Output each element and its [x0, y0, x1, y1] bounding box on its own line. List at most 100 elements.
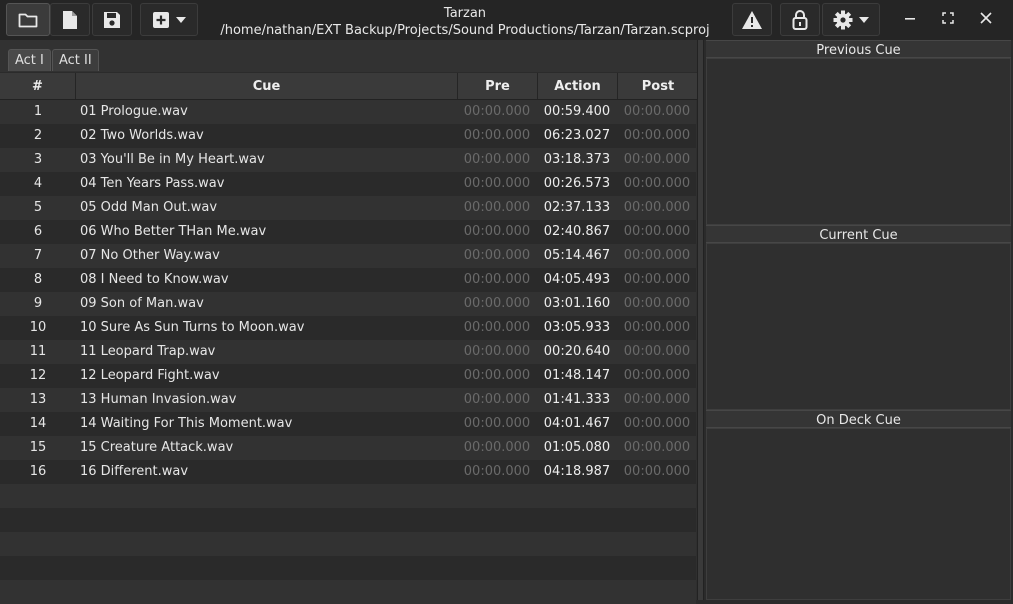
open-project-button[interactable]: [6, 3, 50, 36]
table-row[interactable]: 15 15 Creature Attack.wav 00:00.000 01:05.0…: [0, 436, 696, 460]
cue-number: 14: [29, 416, 47, 431]
new-project-button[interactable]: [50, 3, 90, 36]
lock-button[interactable]: [780, 3, 820, 36]
cue-post-time: 00:00.000: [623, 152, 691, 167]
column-header-action[interactable]: Action: [538, 73, 618, 99]
cue-name: 02 Two Worlds.wav: [80, 128, 204, 143]
table-row[interactable]: 3 03 You'll Be in My Heart.wav 00:00.000 03…: [0, 148, 696, 172]
minimize-icon: [904, 12, 916, 28]
cue-action-time: 01:41.333: [543, 392, 611, 407]
cue-post-time: 00:00.000: [623, 344, 691, 359]
cue-number: 8: [33, 272, 43, 287]
table-row[interactable]: 8 08 I Need to Know.wav 00:00.000 04:05.493…: [0, 268, 696, 292]
cue-name: 06 Who Better THan Me.wav: [80, 224, 267, 239]
empty-row: [0, 556, 696, 580]
cue-name: 16 Different.wav: [80, 464, 189, 479]
chevron-down-icon: [176, 16, 186, 23]
new-file-icon: [62, 10, 78, 30]
cue-name: 15 Creature Attack.wav: [80, 440, 234, 455]
cue-post-time: 00:00.000: [623, 440, 691, 455]
table-row[interactable]: 16 16 Different.wav 00:00.000 04:18.987 00:0…: [0, 460, 696, 484]
panel-splitter[interactable]: [697, 40, 704, 600]
cue-name: 13 Human Invasion.wav: [80, 392, 237, 407]
cue-number: 5: [33, 200, 43, 215]
cue-number: 1: [33, 104, 43, 119]
table-row[interactable]: 6 06 Who Better THan Me.wav 00:00.000 02:40…: [0, 220, 696, 244]
cue-number: 3: [33, 152, 43, 167]
cue-post-time: 00:00.000: [623, 224, 691, 239]
tab-act-2[interactable]: Act II: [52, 49, 99, 71]
save-icon: [103, 11, 121, 29]
table-row[interactable]: 4 04 Ten Years Pass.wav 00:00.000 00:26.573…: [0, 172, 696, 196]
empty-row: [0, 508, 696, 532]
cue-action-time: 02:37.133: [543, 200, 611, 215]
empty-row: [0, 580, 696, 604]
cue-post-time: 00:00.000: [623, 248, 691, 263]
cue-name: 12 Leopard Fight.wav: [80, 368, 220, 383]
cue-number: 2: [33, 128, 43, 143]
cue-table: # Cue Pre Action Post 1 01 Prologue.wav 00…: [0, 73, 698, 604]
table-row[interactable]: 14 14 Waiting For This Moment.wav 00:00.00…: [0, 412, 696, 436]
cue-pre-time: 00:00.000: [463, 200, 531, 215]
cue-action-time: 00:26.573: [543, 176, 611, 191]
on-deck-cue-title: On Deck Cue: [706, 410, 1011, 428]
table-row[interactable]: 9 09 Son of Man.wav 00:00.000 03:01.160 00:0…: [0, 292, 696, 316]
save-button[interactable]: [92, 3, 132, 36]
cue-status-panel: Previous Cue Current Cue On Deck Cue: [706, 40, 1011, 600]
cue-name: 03 You'll Be in My Heart.wav: [80, 152, 265, 167]
cue-pre-time: 00:00.000: [463, 248, 531, 263]
cue-action-time: 04:05.493: [543, 272, 611, 287]
previous-cue-area: [706, 58, 1011, 225]
tab-act-1[interactable]: Act I: [8, 49, 51, 71]
title-bar: Tarzan /home/nathan/EXT Backup/Projects/…: [0, 0, 1013, 40]
column-header-cue[interactable]: Cue: [76, 73, 458, 99]
settings-dropdown-button[interactable]: [822, 3, 880, 36]
cue-action-time: 03:05.933: [543, 320, 611, 335]
cue-pre-time: 00:00.000: [463, 392, 531, 407]
cue-pre-time: 00:00.000: [463, 152, 531, 167]
table-row[interactable]: 2 02 Two Worlds.wav 00:00.000 06:23.027 00:0…: [0, 124, 696, 148]
cue-post-time: 00:00.000: [623, 272, 691, 287]
table-row[interactable]: 5 05 Odd Man Out.wav 00:00.000 02:37.133 00:…: [0, 196, 696, 220]
table-row[interactable]: 12 12 Leopard Fight.wav 00:00.000 01:48.147…: [0, 364, 696, 388]
gear-icon: [833, 10, 853, 30]
cue-action-time: 05:14.467: [543, 248, 611, 263]
current-cue-title: Current Cue: [706, 225, 1011, 243]
maximize-button[interactable]: [930, 4, 966, 36]
column-header-number[interactable]: #: [0, 73, 76, 99]
cue-name: 05 Odd Man Out.wav: [80, 200, 218, 215]
column-header-pre[interactable]: Pre: [458, 73, 538, 99]
cue-name: 10 Sure As Sun Turns to Moon.wav: [80, 320, 305, 335]
cue-pre-time: 00:00.000: [463, 176, 531, 191]
cue-action-time: 04:01.467: [543, 416, 611, 431]
table-row[interactable]: 11 11 Leopard Trap.wav 00:00.000 00:20.640 0…: [0, 340, 696, 364]
lock-icon: [792, 9, 808, 31]
cue-post-time: 00:00.000: [623, 200, 691, 215]
add-cue-dropdown-button[interactable]: [140, 3, 198, 36]
cue-action-time: 03:01.160: [543, 296, 611, 311]
cue-action-time: 00:20.640: [543, 344, 611, 359]
warning-icon: [741, 10, 763, 30]
warnings-button[interactable]: [732, 3, 772, 36]
cue-pre-time: 00:00.000: [463, 440, 531, 455]
close-button[interactable]: [968, 4, 1004, 36]
table-body: 1 01 Prologue.wav 00:00.000 00:59.400 00:00.…: [0, 100, 696, 604]
cue-name: 11 Leopard Trap.wav: [80, 344, 216, 359]
add-cue-icon: [152, 11, 170, 29]
cue-pre-time: 00:00.000: [463, 224, 531, 239]
cue-action-time: 06:23.027: [543, 128, 611, 143]
cue-name: 04 Ten Years Pass.wav: [80, 176, 225, 191]
column-header-post[interactable]: Post: [618, 73, 698, 99]
cue-pre-time: 00:00.000: [463, 296, 531, 311]
table-row[interactable]: 1 01 Prologue.wav 00:00.000 00:59.400 00:00.…: [0, 100, 696, 124]
cue-post-time: 00:00.000: [623, 320, 691, 335]
cue-action-time: 03:18.373: [543, 152, 611, 167]
cue-action-time: 01:48.147: [543, 368, 611, 383]
table-row[interactable]: 13 13 Human Invasion.wav 00:00.000 01:41.33…: [0, 388, 696, 412]
table-row[interactable]: 10 10 Sure As Sun Turns to Moon.wav 00:00.…: [0, 316, 696, 340]
minimize-button[interactable]: [892, 4, 928, 36]
project-title: Tarzan: [443, 6, 487, 21]
table-row[interactable]: 7 07 No Other Way.wav 00:00.000 05:14.467 00…: [0, 244, 696, 268]
empty-row: [0, 484, 696, 508]
cue-name: 08 I Need to Know.wav: [80, 272, 229, 287]
